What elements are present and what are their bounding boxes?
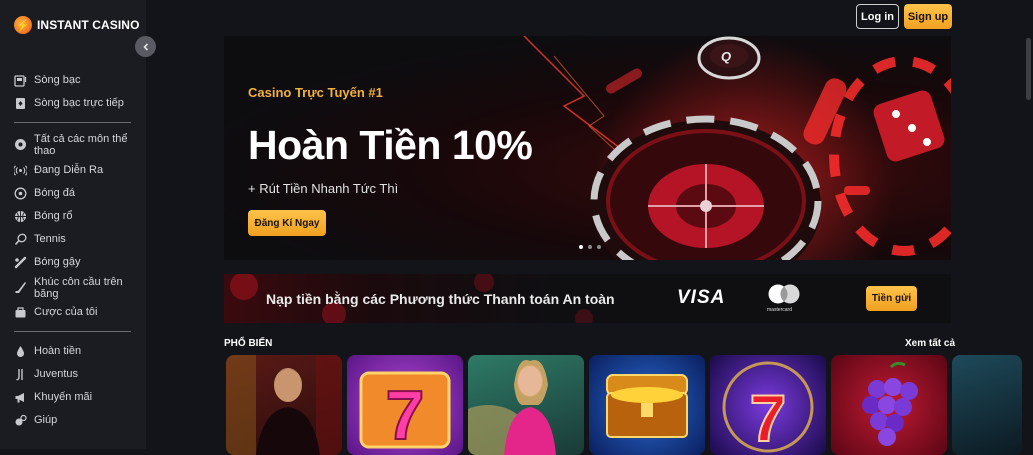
game-card-live-roulette[interactable] xyxy=(468,355,584,455)
section-title-popular: PHỔ BIẾN xyxy=(224,338,273,349)
basketball-icon xyxy=(14,210,27,223)
sidebar-item-label: Khuyến mãi xyxy=(34,391,93,403)
sidebar-item-label: Giúp xyxy=(34,414,58,426)
game-card-red-seven[interactable]: 7 xyxy=(710,355,826,455)
my-bets-icon xyxy=(14,306,27,319)
lightning-logo-icon: ⚡ xyxy=(14,16,32,34)
sidebar-item-label: Tennis xyxy=(34,233,66,245)
sidebar-item-label: Bóng rổ xyxy=(34,210,73,222)
brand-name: INSTANT CASINO xyxy=(37,18,140,32)
sidebar: ⚡ INSTANT CASINO Sòng bạc Sòng bạc trực … xyxy=(0,0,146,449)
payment-banner-text: Nạp tiền bằng các Phương thức Thanh toán… xyxy=(266,291,615,307)
grapes-icon xyxy=(862,361,918,446)
game-card-partial[interactable] xyxy=(952,355,1022,455)
sidebar-item-all-sports[interactable]: Tất cả các môn thể thao xyxy=(14,133,134,157)
roulette-dealer-image-icon xyxy=(468,360,556,455)
game-card-treasure[interactable] xyxy=(589,355,705,455)
tennis-racket-icon xyxy=(14,233,27,246)
megaphone-icon xyxy=(14,391,27,404)
chip-label: Q xyxy=(721,49,731,64)
sidebar-item-label: Đang Diễn Ra xyxy=(34,164,104,176)
svg-text:7: 7 xyxy=(750,381,787,455)
hero-subtitle: + Rút Tiền Nhanh Tức Thì xyxy=(248,181,399,196)
juventus-logo-icon xyxy=(14,368,27,381)
register-now-button[interactable]: Đăng Kí Ngay xyxy=(248,210,326,236)
game-cards-row: 7 7 xyxy=(226,355,1026,455)
sidebar-item-cashback[interactable]: Hoàn tiền xyxy=(14,345,134,358)
payment-banner[interactable]: Nạp tiền bằng các Phương thức Thanh toán… xyxy=(224,274,951,323)
sidebar-item-basketball[interactable]: Bóng rổ xyxy=(14,210,134,223)
sidebar-item-baseball[interactable]: Bóng gậy xyxy=(14,256,134,269)
see-all-link[interactable]: Xem tất cả xyxy=(905,338,955,349)
slot-machine-icon xyxy=(14,74,27,87)
sidebar-item-juventus[interactable]: Juventus xyxy=(14,368,134,381)
cashback-drop-icon xyxy=(14,345,27,358)
brand-logo[interactable]: ⚡ INSTANT CASINO xyxy=(14,16,140,34)
carousel-dot[interactable] xyxy=(579,245,583,249)
sidebar-item-label: Cược của tôi xyxy=(34,306,98,318)
treasure-chest-icon xyxy=(606,374,688,438)
carousel-dot[interactable] xyxy=(597,245,601,249)
carousel-dots xyxy=(579,245,601,249)
sidebar-item-label: Juventus xyxy=(34,368,79,380)
sidebar-item-label: Hoàn tiền xyxy=(34,345,82,357)
sidebar-item-label: Tất cả các môn thể thao xyxy=(34,133,128,157)
mastercard-label: mastercard xyxy=(767,307,793,313)
hero-kicker: Casino Trực Tuyến #1 xyxy=(248,85,383,100)
sidebar-item-label: Khúc côn cầu trên băng xyxy=(34,276,123,300)
hero-title: Hoàn Tiền 10% xyxy=(248,122,533,168)
sidebar-divider xyxy=(14,122,131,123)
hockey-stick-icon xyxy=(14,281,27,294)
sidebar-item-live-casino[interactable]: Sòng bạc trực tiếp xyxy=(14,97,134,110)
collapse-sidebar-button[interactable] xyxy=(135,36,156,57)
game-card-grapes[interactable] xyxy=(831,355,947,455)
sidebar-item-label: Bóng đá xyxy=(34,187,75,199)
live-broadcast-icon xyxy=(13,164,28,177)
sidebar-item-soccer[interactable]: Bóng đá xyxy=(14,187,134,200)
sidebar-item-tennis[interactable]: Tennis xyxy=(14,233,134,246)
game-card-lucky-seven[interactable]: 7 xyxy=(347,355,463,455)
live-casino-icon xyxy=(14,97,27,110)
dealer-image-icon xyxy=(226,355,342,455)
login-button[interactable]: Log in xyxy=(856,4,899,29)
chevron-left-icon xyxy=(142,42,148,51)
help-icon xyxy=(14,414,27,427)
red-seven-icon: 7 xyxy=(722,361,814,455)
scrollbar-thumb[interactable] xyxy=(1026,38,1031,100)
svg-text:7: 7 xyxy=(386,376,425,454)
baseball-bat-icon xyxy=(14,256,27,269)
hero-banner[interactable]: Q Casino Trực Tuyến #1 Hoàn Tiền 10% + R… xyxy=(224,36,951,260)
soccer-ball-icon xyxy=(14,187,27,200)
game-card-live-dealer[interactable] xyxy=(226,355,342,455)
deposit-button[interactable]: Tiền gửi xyxy=(866,286,917,311)
sidebar-item-label: Sòng bạc trực tiếp xyxy=(34,97,124,109)
sidebar-item-live[interactable]: Đang Diễn Ra xyxy=(13,164,134,177)
visa-logo: VISA xyxy=(677,287,726,308)
sidebar-item-label: Sòng bạc xyxy=(34,74,81,86)
signup-button[interactable]: Sign up xyxy=(904,4,952,29)
all-sports-icon xyxy=(14,138,27,151)
sidebar-item-promotions[interactable]: Khuyến mãi xyxy=(14,391,134,404)
sidebar-item-ice-hockey[interactable]: Khúc côn cầu trên băng xyxy=(14,276,134,300)
carousel-dot[interactable] xyxy=(588,245,592,249)
seven-symbol-icon: 7 xyxy=(359,371,451,455)
sidebar-item-casino[interactable]: Sòng bạc xyxy=(14,74,134,87)
sidebar-item-label: Bóng gậy xyxy=(34,256,81,268)
sidebar-divider xyxy=(14,331,131,332)
sidebar-item-my-bets[interactable]: Cược của tôi xyxy=(14,306,134,319)
sidebar-item-help[interactable]: Giúp xyxy=(14,414,134,427)
top-bar xyxy=(146,0,1033,36)
